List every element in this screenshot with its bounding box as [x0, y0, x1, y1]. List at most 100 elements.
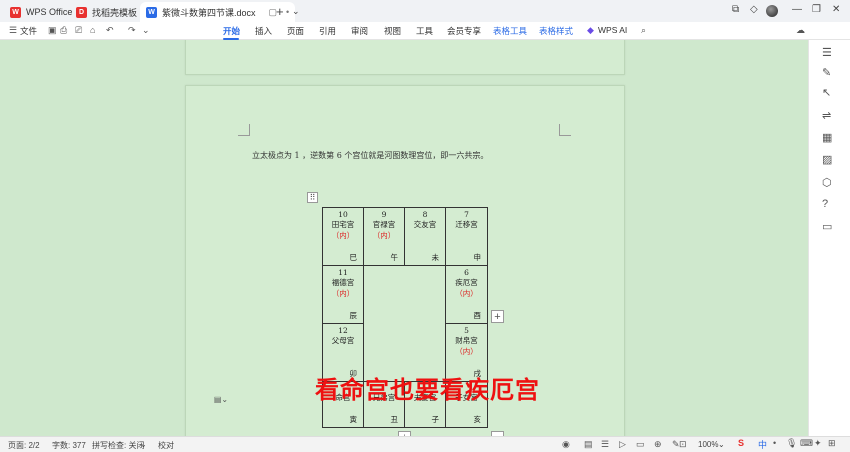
tab-label: 找稻壳模板: [92, 7, 138, 18]
cell-branch: 未: [431, 253, 440, 262]
menu-review[interactable]: 审阅: [351, 25, 368, 37]
web-view-icon[interactable]: ▭: [636, 439, 645, 450]
mic-icon[interactable]: 🎙: [786, 438, 797, 449]
cell-branch: 子: [431, 415, 440, 424]
adjust-icon[interactable]: ⇌: [822, 109, 831, 122]
cell-tag: （内）: [455, 289, 478, 298]
redo-icon[interactable]: ↷: [128, 25, 136, 36]
sidebar-menu-icon[interactable]: ☰: [822, 46, 832, 59]
cell-number: 6: [464, 268, 469, 277]
cell-number: 7: [464, 210, 469, 219]
cell-number: 5: [464, 326, 469, 335]
undo-icon[interactable]: ↶: [106, 25, 114, 36]
spell-check[interactable]: 拼写检查: 关闭: [92, 440, 144, 451]
menu-view[interactable]: 视图: [384, 25, 401, 37]
help-icon[interactable]: ?: [822, 198, 828, 210]
status-bar: 页面: 2/2 字数: 377 拼写检查: 关闭 ⌄ 校对 ◉ ▤ ☰ ▷ ▭ …: [0, 436, 850, 452]
spell-dropdown-icon[interactable]: ⌄: [140, 440, 147, 449]
shirt-icon[interactable]: ◇: [750, 4, 758, 15]
zoom-dropdown-icon[interactable]: ⌄: [718, 440, 725, 449]
menu-insert[interactable]: 插入: [255, 25, 272, 37]
keyboard-icon[interactable]: ⌨: [800, 438, 813, 449]
menu-page[interactable]: 页面: [287, 25, 304, 37]
menu-member[interactable]: 会员专享: [447, 25, 481, 37]
tab-document[interactable]: W 紫微斗数第四节课.docx ▢ •: [140, 2, 296, 22]
tab-dot-icon[interactable]: •: [286, 7, 289, 17]
shape-icon[interactable]: ⬡: [822, 176, 832, 189]
play-icon[interactable]: ▷: [619, 439, 626, 450]
close-icon[interactable]: ✕: [832, 4, 840, 15]
shirt-icon[interactable]: ✦: [814, 438, 822, 449]
new-tab-plus-icon[interactable]: +: [276, 4, 284, 19]
slides-icon[interactable]: ▭: [822, 220, 832, 233]
search-icon[interactable]: ⌕: [641, 25, 646, 36]
eye-icon[interactable]: ◉: [562, 439, 570, 450]
menu-table-tools[interactable]: 表格工具: [493, 25, 527, 37]
globe-icon[interactable]: ⊕: [654, 439, 662, 450]
layout-icon[interactable]: ▦: [822, 131, 832, 144]
menu-table-style[interactable]: 表格样式: [539, 25, 573, 37]
cell-branch: 申: [473, 253, 482, 262]
cell-number: 8: [422, 210, 428, 219]
margin-corner: [238, 124, 250, 136]
proofread[interactable]: 校对: [158, 440, 174, 451]
save-icon[interactable]: ▣: [48, 25, 57, 36]
table-cell[interactable]: 9 官禄宫 （内） 午: [363, 207, 405, 266]
file-menu[interactable]: 文件: [20, 25, 37, 37]
table-cell[interactable]: 8 交友宫 未: [404, 207, 446, 266]
menu-wps-ai[interactable]: WPS AI: [598, 25, 627, 35]
cell-branch: 酉: [473, 311, 482, 320]
cell-palace: 父母宫: [331, 336, 355, 345]
cell-palace: 财帛宫: [455, 336, 478, 345]
fit-icon[interactable]: ⊡: [679, 439, 687, 450]
add-column-plus-icon[interactable]: +: [491, 310, 504, 323]
tab-dropdown-icon[interactable]: ⌄: [292, 6, 300, 17]
apps-icon[interactable]: ⊞: [828, 438, 836, 449]
cell-branch: 午: [390, 253, 399, 262]
cell-tag: （内）: [372, 231, 396, 240]
image-icon[interactable]: ▨: [822, 153, 832, 166]
menu-icon[interactable]: ☰: [9, 25, 17, 36]
cell-number: 9: [381, 210, 387, 219]
cloud-icon[interactable]: ☁: [796, 25, 805, 36]
cell-palace: 交友宫: [413, 220, 437, 229]
outline-view-icon[interactable]: ☰: [601, 439, 609, 450]
ime-mode[interactable]: 中: [758, 438, 767, 451]
cell-tag: （内）: [331, 289, 355, 298]
caption-overlay: 看命宫也要看疾厄宫: [315, 376, 540, 404]
preview-icon[interactable]: ⌂: [90, 25, 95, 35]
punctuation-icon[interactable]: •: [773, 438, 776, 448]
cell-palace: 迁移宫: [455, 220, 478, 229]
pen-icon[interactable]: ✎: [822, 66, 831, 79]
word-count[interactable]: 字数: 377: [52, 440, 86, 451]
avatar[interactable]: [766, 5, 778, 17]
zoom-level[interactable]: 100%: [698, 440, 718, 449]
tab-wps-office[interactable]: W WPS Office: [4, 2, 78, 22]
export-icon[interactable]: ⎙: [60, 25, 67, 36]
document-canvas[interactable]: 立太极点为 1 ，逆数第 6 个宫位就是河图数理宫位，即一六共宗。 ⠿ 10 田…: [0, 40, 808, 436]
table-cell[interactable]: 11 福德宫 （内） 辰: [322, 265, 364, 324]
more-icon[interactable]: ⌄: [142, 25, 150, 36]
minimize-icon[interactable]: —: [792, 4, 802, 15]
table-layout-icon[interactable]: ▤⌄: [212, 393, 230, 405]
print-icon[interactable]: ⎚: [75, 25, 82, 36]
cell-number: 12: [338, 326, 348, 335]
cell-branch: 寅: [349, 415, 358, 424]
tab-label: 紫微斗数第四节课.docx: [162, 7, 256, 18]
table-move-handle-icon[interactable]: ⠿: [307, 192, 318, 203]
title-bar: W WPS Office D 找稻壳模板 W 紫微斗数第四节课.docx ▢ •…: [0, 0, 850, 22]
tab-template[interactable]: D 找稻壳模板: [70, 2, 143, 22]
page-view-icon[interactable]: ▤: [584, 439, 593, 450]
menu-reference[interactable]: 引用: [319, 25, 336, 37]
table-cell[interactable]: 7 迁移宫 申: [445, 207, 488, 266]
sogou-ime-icon[interactable]: S: [738, 438, 744, 448]
table-cell[interactable]: 10 田宅宫 （内） 巳: [322, 207, 364, 266]
menu-tools[interactable]: 工具: [416, 25, 433, 37]
table-cell[interactable]: 6 疾厄宫 （内） 酉: [445, 265, 488, 324]
maximize-icon[interactable]: ❐: [812, 4, 821, 15]
ribbon-toolbar: ☰ 文件 ▣ ⎙ ⎚ ⌂ ↶ ↷ ⌄ 开始 插入 页面 引用 审阅 视图 工具 …: [0, 22, 850, 58]
restore-icon[interactable]: ⧉: [732, 4, 739, 15]
cell-branch: 辰: [349, 311, 358, 320]
menu-home[interactable]: 开始: [223, 25, 240, 37]
cursor-icon[interactable]: ↖: [822, 86, 831, 99]
